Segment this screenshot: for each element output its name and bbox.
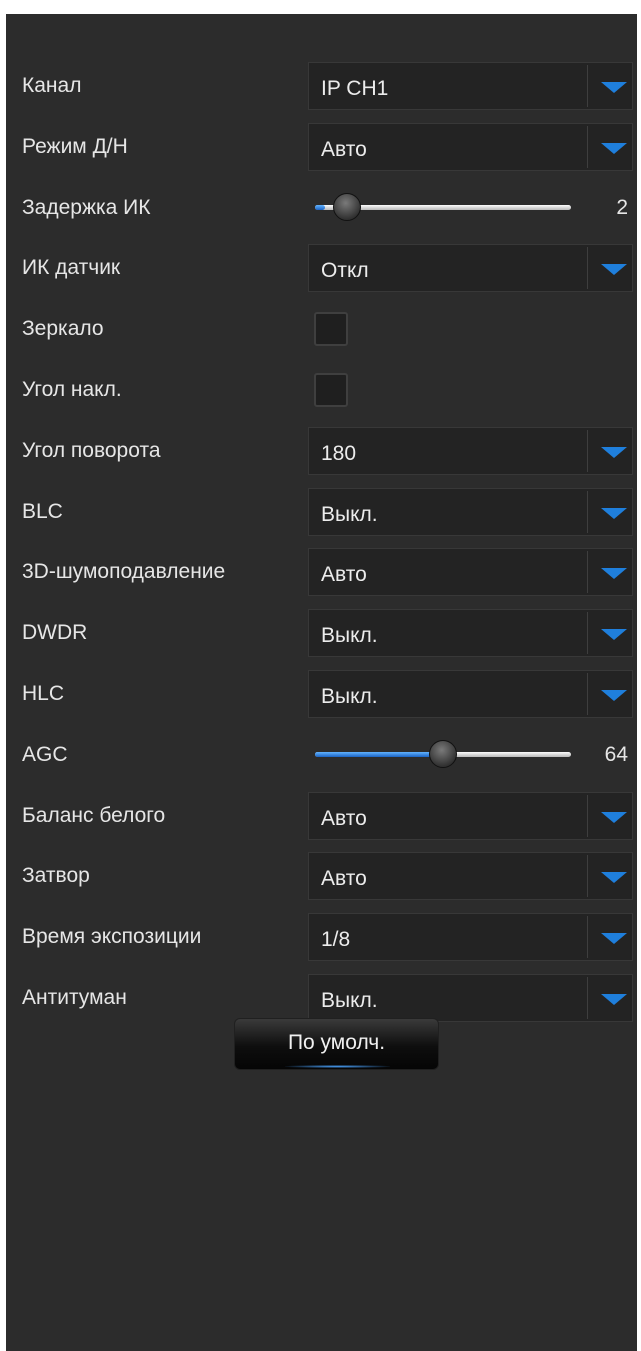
setting-label: Зеркало (22, 317, 104, 340)
dropdown-item-2[interactable]: Авто (308, 123, 633, 171)
setting-row-blc: BLC Выкл. (6, 488, 637, 536)
setting-row-agc: AGC 64 (6, 731, 637, 779)
dropdown-divider (587, 65, 588, 107)
setting-label: Угол накл. (22, 378, 122, 401)
setting-row-item-15: Время экспозиции 1/8 (6, 913, 637, 961)
dropdown-value: Авто (321, 807, 367, 830)
dropdown-item-16[interactable]: Выкл. (308, 974, 633, 1022)
setting-row-item-5: Зеркало (6, 305, 637, 353)
setting-label: HLC (22, 682, 65, 705)
dropdown-value: Авто (321, 138, 367, 161)
dropdown-divider (587, 247, 588, 289)
dropdown-divider (587, 126, 588, 168)
setting-label: Канал (22, 74, 82, 97)
setting-label: BLC (22, 500, 63, 523)
setting-row-item-3: Задержка ИК 2 (6, 184, 637, 232)
chevron-down-icon[interactable] (601, 447, 627, 458)
dropdown-value: 1/8 (321, 928, 351, 951)
slider-fill (315, 752, 443, 757)
dropdown-dwdr[interactable]: Выкл. (308, 609, 633, 657)
dropdown-value: Выкл. (321, 503, 378, 526)
setting-label: Время экспозиции (22, 925, 202, 948)
chevron-down-icon[interactable] (601, 508, 627, 519)
dropdown-item-7[interactable]: 180 (308, 427, 633, 475)
dropdown-item-4[interactable]: Откл (308, 244, 633, 292)
setting-label: Затвор (22, 864, 90, 887)
dropdown-item-15[interactable]: 1/8 (308, 913, 633, 961)
chevron-down-icon[interactable] (601, 690, 627, 701)
setting-label: 3D-шумоподавление (22, 560, 226, 583)
setting-row-item-1: Канал IP CH1 (6, 62, 637, 110)
dropdown-divider (587, 551, 588, 593)
chevron-down-icon[interactable] (601, 812, 627, 823)
chevron-down-icon[interactable] (601, 264, 627, 275)
dropdown-divider (587, 491, 588, 533)
slider-thumb[interactable] (333, 193, 361, 221)
setting-label: AGC (22, 743, 68, 766)
setting-row-item-13: Баланс белого Авто (6, 792, 637, 840)
dropdown-value: Выкл. (321, 989, 378, 1012)
setting-row-item-16: Антитуман Выкл. (6, 974, 637, 1022)
dropdown-divider (587, 916, 588, 958)
dropdown-divider (587, 430, 588, 472)
dropdown-value: Выкл. (321, 685, 378, 708)
chevron-down-icon[interactable] (601, 933, 627, 944)
slider-thumb[interactable] (429, 740, 457, 768)
setting-label: DWDR (22, 621, 88, 644)
dropdown-value: 180 (321, 442, 357, 465)
default-button-label: По умолч. (287, 1031, 386, 1054)
dropdown-blc[interactable]: Выкл. (308, 488, 633, 536)
setting-row-item-6: Угол накл. (6, 366, 637, 414)
dropdown-hlc[interactable]: Выкл. (308, 670, 633, 718)
dropdown-value: IP CH1 (321, 77, 389, 100)
dropdown-divider (587, 855, 588, 897)
setting-label: Баланс белого (22, 804, 166, 827)
chevron-down-icon[interactable] (601, 143, 627, 154)
slider-fill (315, 205, 325, 210)
setting-row-hlc: HLC Выкл. (6, 670, 637, 718)
setting-row-item-14: Затвор Авто (6, 852, 637, 900)
dropdown-divider (587, 673, 588, 715)
dropdown-item-14[interactable]: Авто (308, 852, 633, 900)
chevron-down-icon[interactable] (601, 994, 627, 1005)
setting-row-item-2: Режим Д/Н Авто (6, 123, 637, 171)
dropdown-item-13[interactable]: Авто (308, 792, 633, 840)
slider-value: 2 (616, 196, 628, 219)
dropdown-value: Авто (321, 563, 367, 586)
dropdown-divider (587, 977, 588, 1019)
dropdown-3d[interactable]: Авто (308, 548, 633, 596)
chevron-down-icon[interactable] (601, 568, 627, 579)
chevron-down-icon[interactable] (601, 872, 627, 883)
checkbox-item-6[interactable] (314, 373, 348, 407)
default-button[interactable]: По умолч. (234, 1018, 439, 1070)
dropdown-value: Выкл. (321, 624, 378, 647)
button-glow (285, 1065, 390, 1068)
setting-row-dwdr: DWDR Выкл. (6, 609, 637, 657)
setting-label: Угол поворота (22, 439, 161, 462)
setting-label: Задержка ИК (22, 196, 151, 219)
setting-row-item-7: Угол поворота 180 (6, 427, 637, 475)
setting-label: ИК датчик (22, 256, 121, 279)
dropdown-divider (587, 612, 588, 654)
setting-row-item-4: ИК датчик Откл (6, 244, 637, 292)
slider-value: 64 (604, 743, 628, 766)
dropdown-item-1[interactable]: IP CH1 (308, 62, 633, 110)
chevron-down-icon[interactable] (601, 629, 627, 640)
dropdown-value: Авто (321, 867, 367, 890)
setting-label: Режим Д/Н (22, 135, 128, 158)
dropdown-value: Откл (321, 259, 369, 282)
dropdown-divider (587, 795, 588, 837)
image-settings-panel: Канал IP CH1 Режим Д/Н Авто Задержка ИК 2 ИК д… (6, 14, 637, 1351)
slider-item-3[interactable] (313, 184, 603, 232)
setting-row-3d: 3D-шумоподавление Авто (6, 548, 637, 596)
checkbox-item-5[interactable] (314, 312, 348, 346)
setting-label: Антитуман (22, 986, 127, 1009)
chevron-down-icon[interactable] (601, 82, 627, 93)
slider-agc[interactable] (313, 731, 603, 779)
